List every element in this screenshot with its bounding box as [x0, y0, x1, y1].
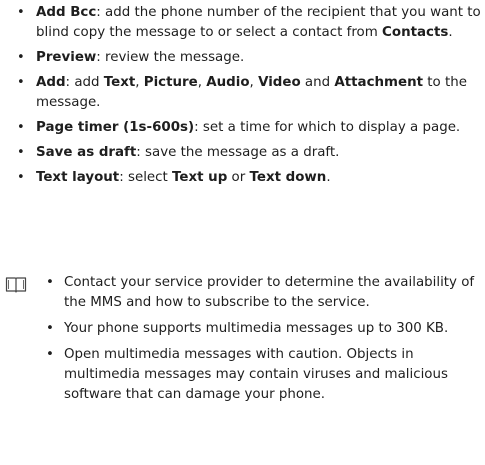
option-item: • Preview: review the message.: [17, 48, 483, 68]
option-term: Add: [36, 75, 66, 90]
option-item: • Page timer (1s-600s): set a time for wh…: [17, 118, 483, 138]
option-term: Text: [103, 75, 136, 90]
bullet-dot: •: [46, 321, 54, 336]
option-text: : set a time for which to display a page…: [194, 120, 461, 135]
option-text: : select: [119, 170, 173, 185]
option-term: Page timer (1s-600s): [36, 120, 195, 135]
option-text: .: [448, 25, 453, 40]
note-item: • Your phone supports multimedia messages…: [46, 319, 482, 339]
option-term: Text up: [172, 170, 228, 185]
option-term: Text down: [249, 170, 327, 185]
bullet-dot: •: [17, 50, 25, 65]
bullet-dot: •: [46, 347, 54, 362]
bullet-dot: •: [17, 170, 25, 185]
option-text: : save the message as a draft.: [136, 145, 340, 160]
option-text: : review the message.: [96, 50, 245, 65]
option-term: Picture: [143, 75, 198, 90]
option-term: Preview: [36, 50, 97, 65]
option-list: • Add Bcc: add the phone number of the re…: [17, 3, 483, 193]
option-text: .: [326, 170, 331, 185]
option-term: Video: [258, 75, 301, 90]
option-term: Audio: [206, 75, 250, 90]
bullet-dot: •: [17, 75, 25, 90]
book-icon: [5, 276, 27, 293]
option-term: Save as draft: [36, 145, 137, 160]
bullet-dot: •: [17, 5, 25, 20]
option-item: • Text layout: select Text up or Text dow…: [17, 168, 483, 188]
option-item: • Save as draft: save the message as a dr…: [17, 143, 483, 163]
option-text: ,: [135, 75, 144, 90]
note-item: • Open multimedia messages with caution. …: [46, 345, 482, 405]
note-text: Contact your service provider to determi…: [64, 275, 475, 310]
option-term: Contacts: [382, 25, 449, 40]
option-text: or: [227, 170, 250, 185]
option-term: Add Bcc: [36, 5, 97, 20]
bullet-dot: •: [46, 275, 54, 290]
option-text: ,: [249, 75, 259, 90]
note-list: • Contact your service provider to determ…: [46, 273, 482, 411]
option-text: and: [300, 75, 335, 90]
note-item: • Contact your service provider to determ…: [46, 273, 482, 313]
note-text: Open multimedia messages with caution. O…: [64, 347, 448, 402]
option-text: ,: [197, 75, 207, 90]
option-term: Attachment: [334, 75, 424, 90]
bullet-dot: •: [17, 120, 25, 135]
option-text: : add: [65, 75, 104, 90]
option-item: • Add Bcc: add the phone number of the re…: [17, 3, 483, 43]
option-term: Text layout: [36, 170, 120, 185]
option-item: • Add: add Text, Picture, Audio, Video an…: [17, 73, 483, 113]
note-text: Your phone supports multimedia messages …: [64, 321, 449, 336]
bullet-dot: •: [17, 145, 25, 160]
